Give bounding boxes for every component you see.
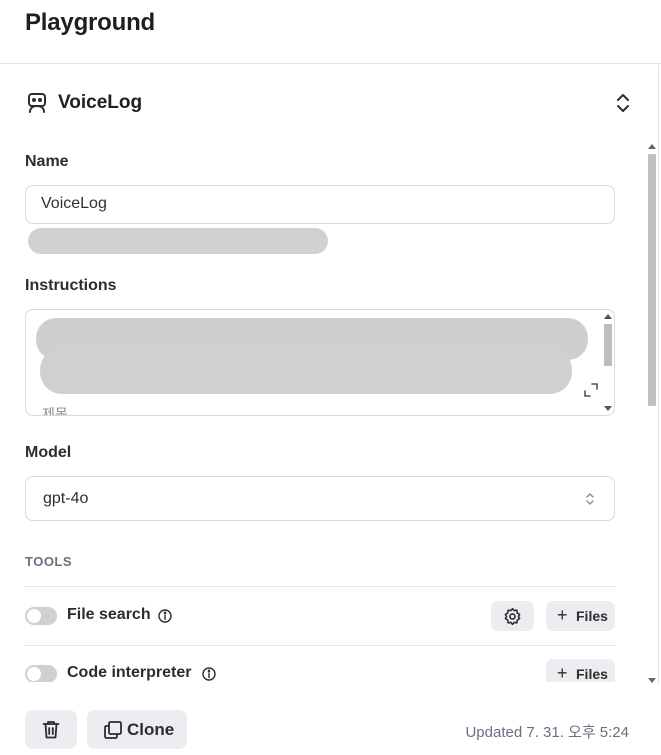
- panel-footer: Clone Updated 7. 31. 오후 5:24: [0, 700, 661, 755]
- trash-icon: [42, 721, 60, 739]
- clone-button-label: Clone: [127, 720, 175, 739]
- scrollbar-thumb[interactable]: [648, 154, 656, 406]
- name-input-value: VoiceLog: [41, 195, 107, 212]
- files-button-label: Files: [576, 608, 608, 624]
- plus-icon: +: [557, 663, 568, 683]
- model-select[interactable]: gpt-4o: [25, 476, 615, 521]
- tools-section-title: TOOLS: [25, 554, 73, 569]
- divider: [25, 645, 615, 646]
- panel-scrollbar[interactable]: [645, 140, 659, 685]
- assistant-selector[interactable]: VoiceLog: [25, 87, 635, 121]
- scroll-down-arrow-icon[interactable]: [604, 406, 612, 411]
- model-select-value: gpt-4o: [43, 490, 89, 507]
- gear-icon: [504, 607, 521, 626]
- redacted-text: [28, 228, 328, 254]
- assistant-name: VoiceLog: [58, 92, 143, 113]
- copy-icon: [104, 721, 122, 739]
- instructions-text-peek: 제목: [42, 406, 68, 416]
- plus-icon: +: [557, 605, 568, 625]
- clone-button[interactable]: Clone: [87, 710, 187, 749]
- page-header: Playground: [0, 0, 661, 64]
- file-search-add-files-button[interactable]: + Files: [546, 601, 615, 631]
- redacted-instructions: [40, 348, 572, 394]
- bot-icon: [28, 93, 46, 113]
- divider: [25, 586, 615, 587]
- file-search-toggle[interactable]: [25, 607, 57, 625]
- scroll-up-arrow-icon[interactable]: [604, 314, 612, 319]
- file-search-label: File search: [67, 606, 151, 623]
- code-interpreter-toggle[interactable]: [25, 665, 57, 683]
- scroll-down-arrow-icon[interactable]: [648, 678, 656, 683]
- instructions-textarea[interactable]: 제목: [25, 309, 615, 416]
- model-label: Model: [25, 444, 72, 461]
- code-interpreter-label: Code interpreter: [67, 664, 192, 681]
- name-label: Name: [25, 153, 69, 170]
- assistant-panel: VoiceLog Name VoiceLog Instructions 제목 M…: [0, 65, 661, 755]
- info-icon[interactable]: [202, 667, 216, 681]
- updated-timestamp: Updated 7. 31. 오후 5:24: [465, 724, 629, 741]
- instructions-label: Instructions: [25, 277, 117, 294]
- page-title: Playground: [25, 9, 156, 36]
- name-input[interactable]: VoiceLog: [25, 185, 615, 224]
- scrollbar-thumb[interactable]: [604, 324, 612, 366]
- tool-row-file-search: File search + Files: [25, 601, 615, 631]
- delete-button[interactable]: [25, 710, 77, 749]
- file-search-settings-button[interactable]: [491, 601, 534, 631]
- scroll-up-arrow-icon[interactable]: [648, 144, 656, 149]
- expand-icon[interactable]: [584, 383, 598, 397]
- chevron-up-down-icon: [617, 94, 629, 112]
- chevron-up-down-icon: [586, 493, 594, 505]
- info-icon[interactable]: [158, 609, 172, 623]
- files-button-label: Files: [576, 666, 608, 682]
- instructions-scrollbar[interactable]: [602, 310, 614, 415]
